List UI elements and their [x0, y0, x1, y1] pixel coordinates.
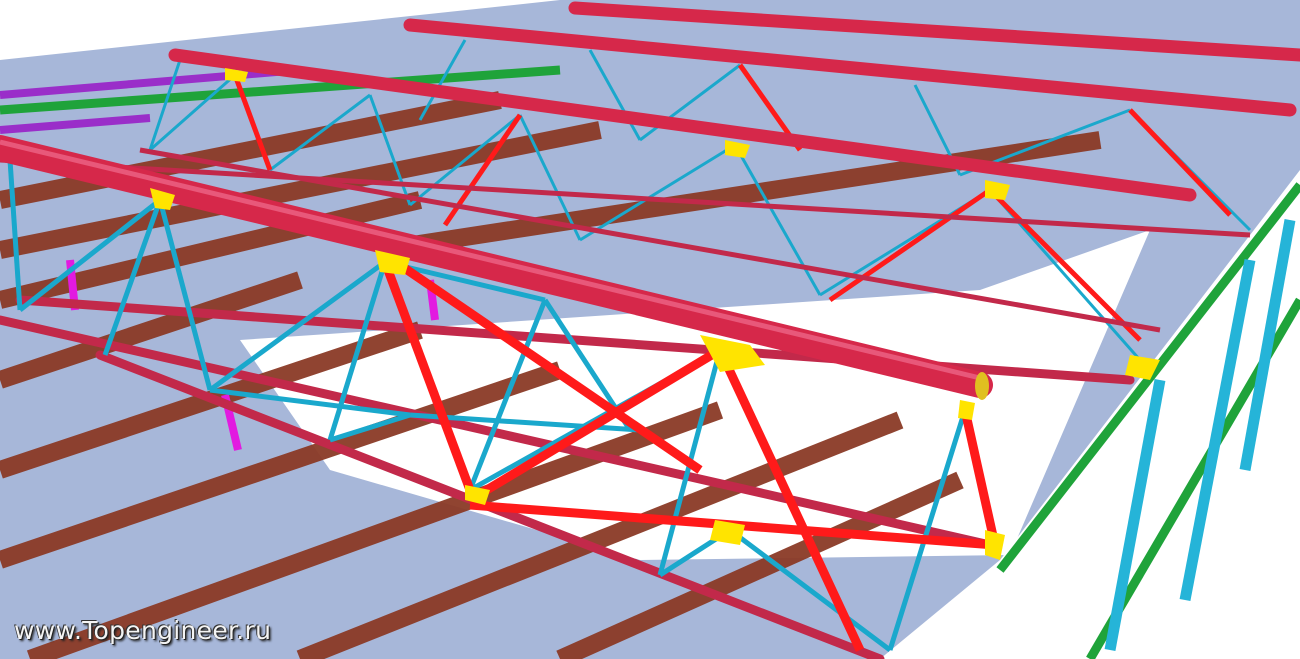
pipe-end	[975, 372, 989, 400]
structural-model-render: www.Topengineer.ru	[0, 0, 1300, 659]
watermark: www.Topengineer.ru	[14, 616, 272, 645]
space-truss-render	[0, 0, 1300, 659]
